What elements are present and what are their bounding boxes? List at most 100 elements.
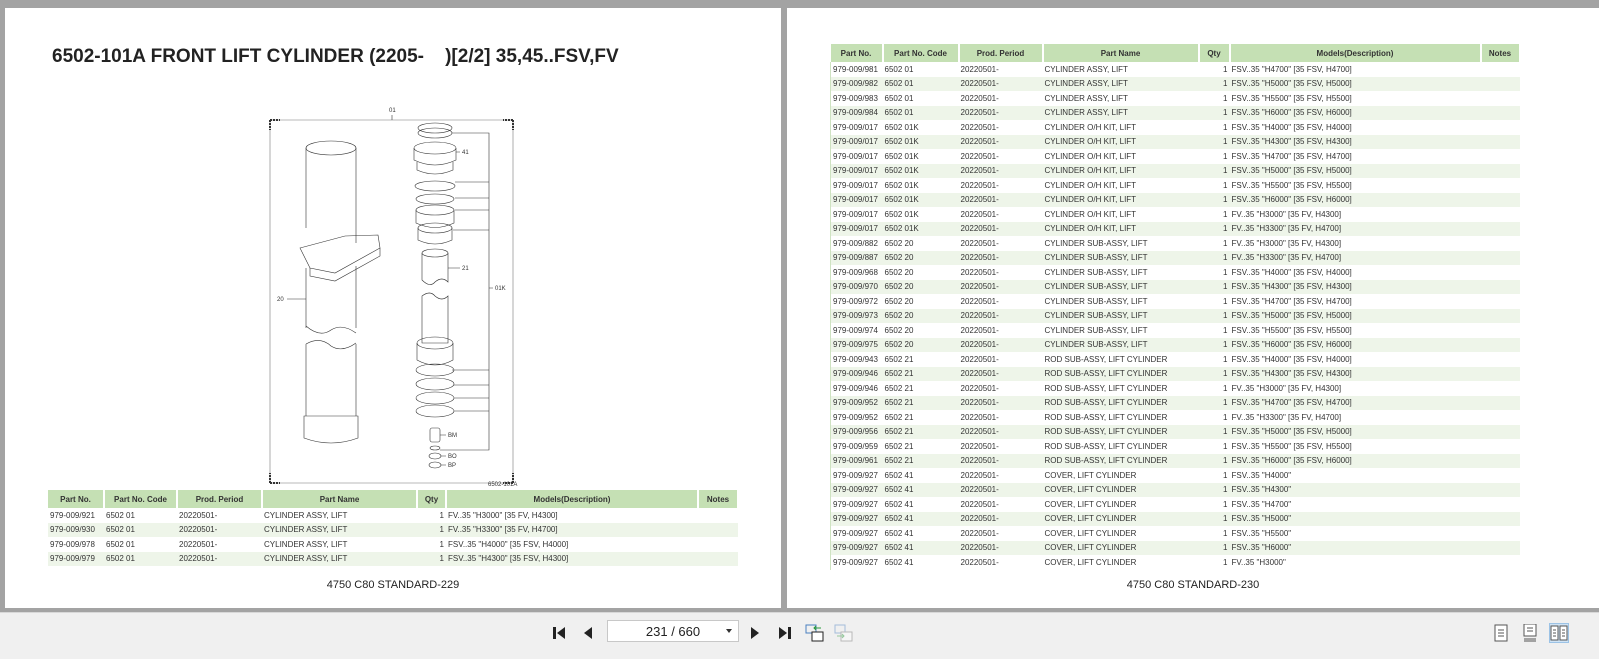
table-cell: 1 xyxy=(1198,540,1230,555)
two-page-view-button[interactable] xyxy=(1549,623,1569,643)
table-cell: 6502 01K xyxy=(882,221,959,236)
table-cell: CYLINDER ASSY, LIFT xyxy=(264,539,348,549)
table-cell: 979-009/930 xyxy=(48,522,104,537)
table-cell: ROD SUB-ASSY, LIFT CYLINDER xyxy=(1042,453,1199,468)
table-cell: FSV..35 "H5000" [35 FSV, H5000] xyxy=(1229,424,1481,439)
table-cell: 20220501- xyxy=(960,383,999,393)
table-cell: 20220501- xyxy=(960,122,999,132)
table-cell: FV..35 "H3000" [35 FV, H4300] xyxy=(448,510,558,520)
table-cell: 6502 20 xyxy=(882,250,959,265)
table-cell: 6502 01K xyxy=(884,151,919,161)
table-row: 979-009/975 6502 20 20220501- CYLINDER SUB-… xyxy=(830,337,1520,352)
table-row: 979-009/956 6502 21 20220501- ROD SUB-ASSY,… xyxy=(830,424,1520,439)
table-cell: 6502 41 xyxy=(882,540,959,555)
table-cell: CYLINDER O/H KIT, LIFT xyxy=(1042,163,1199,178)
table-cell: ROD SUB-ASSY, LIFT CYLINDER xyxy=(1044,354,1168,364)
table-cell: 20220501- xyxy=(960,209,999,219)
table-cell xyxy=(1481,555,1520,570)
table-cell: FV..35 "H3000" [35 FV, H4300] xyxy=(1231,209,1342,219)
page-number-select[interactable]: 231 / 660 xyxy=(607,620,739,642)
table-cell: 979-009/978 xyxy=(50,539,95,549)
table-cell xyxy=(1480,366,1520,381)
table-cell: CYLINDER SUB-ASSY, LIFT xyxy=(1042,279,1199,294)
table-cell: 1 xyxy=(1198,366,1230,381)
previous-view-button[interactable] xyxy=(805,623,825,643)
right-page: Part No. Part No. Code Prod. Period Part Na… xyxy=(787,8,1599,608)
table-cell: 979-009/981 xyxy=(833,64,878,74)
table-cell: 1 xyxy=(1223,209,1228,219)
left-page: 6502-101A FRONT LIFT CYLINDER (2205- )[2… xyxy=(5,8,781,608)
table-cell: 1 xyxy=(1223,93,1228,103)
table-cell: 1 xyxy=(1198,134,1230,149)
next-view-button[interactable] xyxy=(834,623,854,643)
table-cell: 1 xyxy=(1223,64,1228,74)
column-header: Models(Description) xyxy=(1229,44,1482,62)
column-header: Models(Description) xyxy=(446,490,699,508)
table-cell: 1 xyxy=(1223,499,1228,509)
first-page-button[interactable] xyxy=(550,623,570,643)
table-row: 979-009/887 6502 20 20220501- CYLINDER SUB-… xyxy=(830,250,1520,265)
table-cell: 979-009/927 xyxy=(830,482,883,497)
table-cell xyxy=(698,508,738,523)
table-cell: FSV..35 "H4300" xyxy=(1229,482,1481,497)
table-cell xyxy=(1481,323,1520,338)
table-cell: 1 xyxy=(1223,180,1228,190)
table-cell: 979-009/927 xyxy=(833,499,878,509)
figure-number: 6502-101A xyxy=(488,482,517,488)
table-cell: FSV..35 "H4000" [35 FSV, H4000] xyxy=(1231,354,1352,364)
table-cell: CYLINDER ASSY, LIFT xyxy=(1044,64,1128,74)
table-cell: 979-009/973 xyxy=(830,308,883,323)
table-cell: 20220501- xyxy=(958,134,1043,149)
table-row: 979-009/952 6502 21 20220501- ROD SUB-ASSY,… xyxy=(830,395,1520,410)
table-cell: 979-009/943 xyxy=(833,354,878,364)
diagram-label-bm: BM xyxy=(448,433,457,439)
table-cell: 1 xyxy=(1223,238,1228,248)
column-header: Part No. xyxy=(830,44,884,62)
table-cell: 1 xyxy=(1198,76,1230,91)
table-cell: ROD SUB-ASSY, LIFT CYLINDER xyxy=(1044,383,1168,393)
table-cell: ROD SUB-ASSY, LIFT CYLINDER xyxy=(1042,395,1199,410)
next-page-button[interactable] xyxy=(745,623,765,643)
table-row: 979-009/982 6502 01 20220501- CYLINDER ASSY… xyxy=(830,76,1520,91)
table-cell: 6502 20 xyxy=(882,279,959,294)
table-cell xyxy=(1480,511,1520,526)
table-cell: 1 xyxy=(1223,383,1228,393)
table-cell: FV..35 "H3000" [35 FV, H4300] xyxy=(1231,383,1342,393)
table-cell: 979-009/017 xyxy=(830,192,883,207)
table-row: 979-009/017 6502 01K 20220501- CYLINDER O/H… xyxy=(831,120,1520,135)
table-cell: FV..35 "H3300" [35 FV, H4700] xyxy=(1231,412,1342,422)
table-cell: 20220501- xyxy=(960,528,999,538)
table-cell xyxy=(1481,526,1520,541)
table-row: 979-009/927 6502 41 20220501- COVER, LIFT C… xyxy=(831,468,1520,483)
table-cell: 979-009/017 xyxy=(833,151,878,161)
table-cell: COVER, LIFT CYLINDER xyxy=(1042,511,1199,526)
continuous-view-button[interactable] xyxy=(1520,623,1540,643)
table-cell: 20220501- xyxy=(960,499,999,509)
prev-page-button[interactable] xyxy=(578,623,598,643)
table-row: 979-009/017 6502 01K 20220501- CYLINDER O/H… xyxy=(831,178,1520,193)
table-cell: ROD SUB-ASSY, LIFT CYLINDER xyxy=(1042,366,1199,381)
table-cell xyxy=(1480,163,1520,178)
table-cell: 20220501- xyxy=(958,76,1043,91)
table-cell: CYLINDER O/H KIT, LIFT xyxy=(1044,180,1137,190)
table-cell: FSV..35 "H4300" [35 FSV, H4300] xyxy=(446,551,698,566)
column-header: Part No. Code xyxy=(104,490,178,508)
table-cell: FV..35 "H3300" [35 FV, H4700] xyxy=(1229,250,1481,265)
table-row: 979-009/952 6502 21 20220501- ROD SUB-ASSY,… xyxy=(831,410,1520,425)
prev-page-icon xyxy=(584,627,592,639)
table-cell xyxy=(1480,453,1520,468)
last-page-button[interactable] xyxy=(774,623,794,643)
table-cell: 20220501- xyxy=(958,366,1043,381)
single-page-view-button[interactable] xyxy=(1491,623,1511,643)
table-cell: 979-009/927 xyxy=(830,540,883,555)
table-cell: 1 xyxy=(1198,279,1230,294)
table-cell: 6502 41 xyxy=(884,557,914,567)
table-cell: FSV..35 "H5500" [35 FSV, H5500] xyxy=(1231,325,1352,335)
table-cell: 979-009/961 xyxy=(830,453,883,468)
table-cell xyxy=(1481,62,1520,77)
table-cell: 6502 20 xyxy=(882,337,959,352)
table-cell: 979-009/882 xyxy=(833,238,878,248)
column-header: Part Name xyxy=(262,490,418,508)
table-row: 979-009/882 6502 20 20220501- CYLINDER SUB-… xyxy=(831,236,1520,251)
table-cell: 20220501- xyxy=(958,308,1043,323)
